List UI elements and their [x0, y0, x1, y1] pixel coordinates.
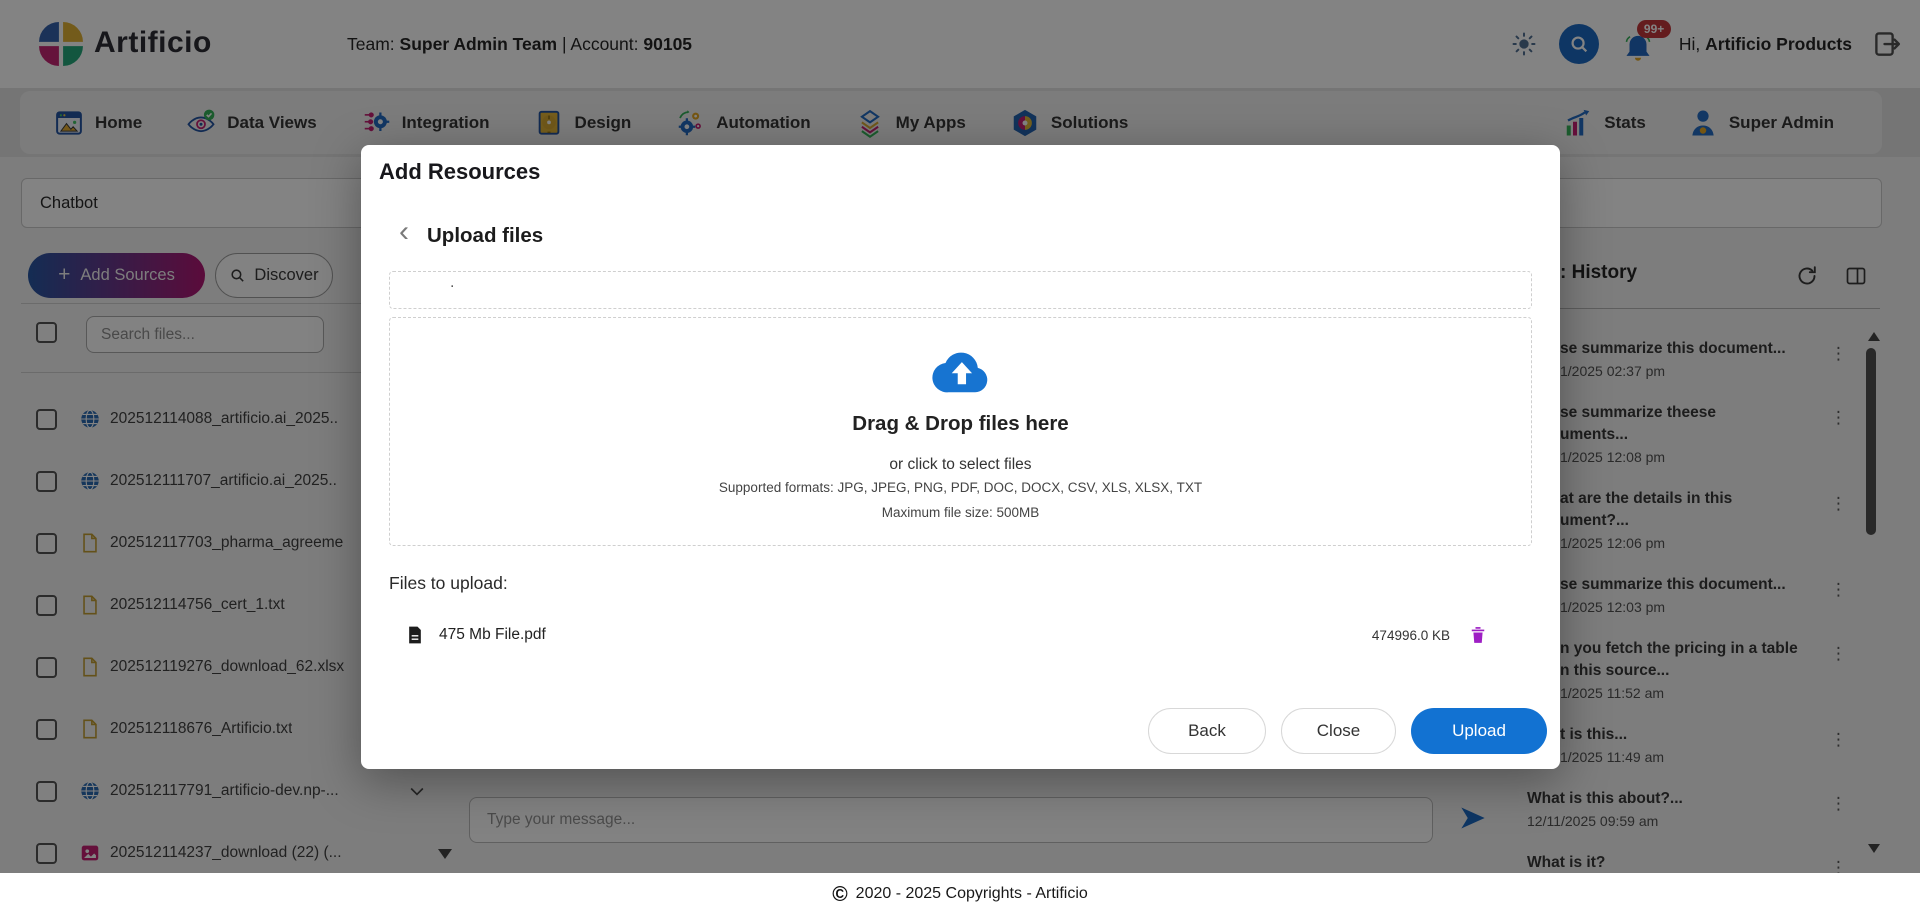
document-icon	[405, 623, 425, 647]
copyright-text: 2020 - 2025 Copyrights - Artificio	[856, 885, 1088, 903]
footer: © 2020 - 2025 Copyrights - Artificio	[0, 873, 1920, 915]
copyright-icon: ©	[832, 884, 847, 905]
modal-title: Add Resources	[379, 159, 540, 185]
upload-notice-box: .	[389, 271, 1532, 309]
upload-button[interactable]: Upload	[1411, 708, 1547, 754]
trash-icon[interactable]	[1468, 624, 1488, 646]
upload-file-name: 475 Mb File.pdf	[439, 626, 546, 644]
notice-dot: .	[450, 274, 454, 292]
cloud-upload-icon	[929, 348, 993, 394]
upload-file-size: 474996.0 KB	[1372, 628, 1450, 643]
upload-file-row: 475 Mb File.pdf 474996.0 KB	[389, 613, 1532, 657]
close-button[interactable]: Close	[1281, 708, 1396, 754]
back-chevron-icon[interactable]: ‹	[399, 217, 409, 247]
max-file-size: Maximum file size: 500MB	[882, 503, 1040, 522]
add-resources-modal: Add Resources ‹ Upload files . Drag & Dr…	[361, 145, 1560, 769]
supported-formats: Supported formats: JPG, JPEG, PNG, PDF, …	[719, 478, 1202, 497]
back-button[interactable]: Back	[1148, 708, 1266, 754]
dropzone-heading: Drag & Drop files here	[852, 410, 1068, 438]
files-to-upload-label: Files to upload:	[389, 573, 508, 594]
dropzone-subheading: or click to select files	[889, 454, 1031, 475]
modal-section-title: Upload files	[427, 224, 543, 248]
upload-queue: 475 Mb File.pdf 474996.0 KB	[389, 613, 1532, 657]
dropzone[interactable]: Drag & Drop files here or click to selec…	[389, 317, 1532, 546]
